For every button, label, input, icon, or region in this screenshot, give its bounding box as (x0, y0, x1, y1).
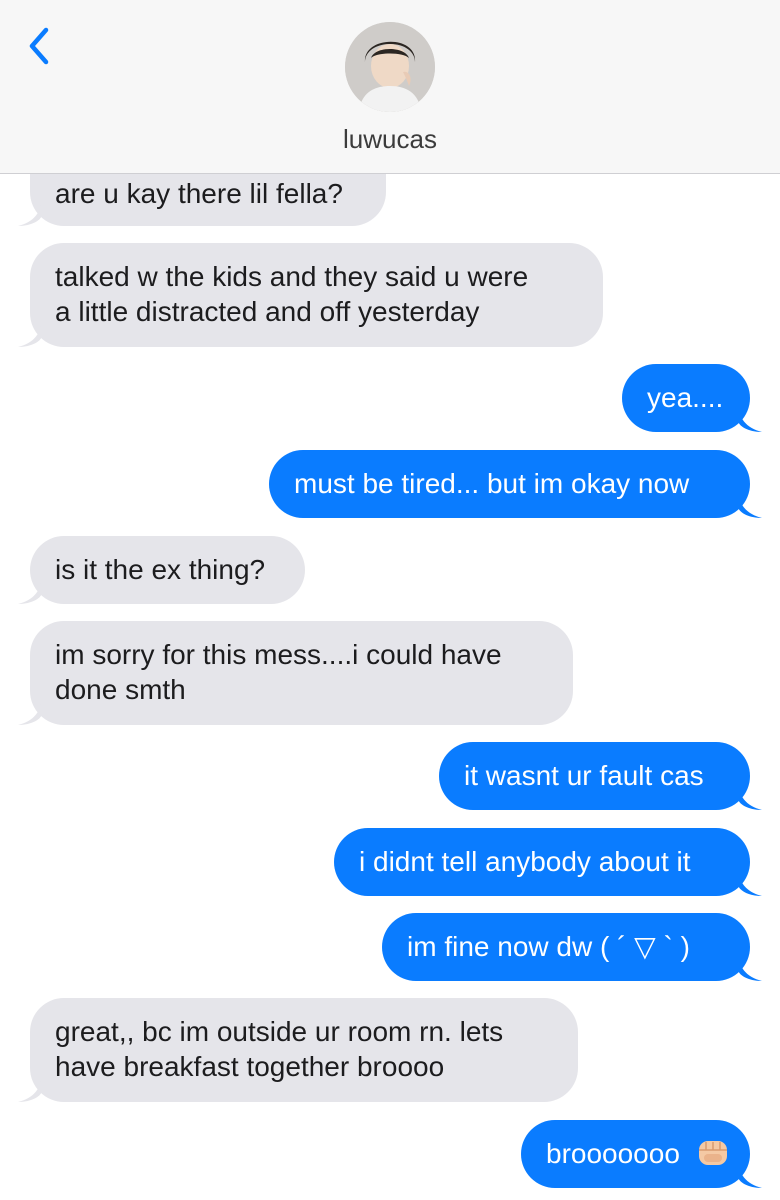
fist-bump-emoji-icon (696, 1136, 730, 1176)
message-text-line: a little distracted and off yesterday (55, 296, 480, 327)
message-text: are u kay there lil fella? (55, 178, 343, 209)
message-incoming: talked w the kids and they said u were a… (18, 243, 603, 347)
message-outgoing: im fine now dw ( ´ ▽ ` ) (382, 913, 762, 981)
message-text-line: done smth (55, 674, 186, 705)
back-button[interactable] (22, 22, 58, 70)
message-incoming: im sorry for this mess....i could have d… (18, 621, 573, 725)
bubble-tail (18, 317, 42, 347)
bubble-tail (18, 574, 42, 604)
message-outgoing: yea.... (622, 364, 762, 432)
bubble-tail (738, 488, 762, 518)
message-text: i didnt tell anybody about it (359, 846, 691, 877)
contact-name[interactable]: luwucas (0, 124, 780, 155)
conversation-header: luwucas (0, 0, 780, 174)
message-text-line: great,, bc im outside ur room rn. lets (55, 1016, 504, 1047)
bubble-tail (738, 1158, 762, 1188)
bubble-tail (738, 866, 762, 896)
message-incoming: great,, bc im outside ur room rn. lets h… (18, 998, 578, 1102)
bubble-tail (18, 1072, 42, 1102)
message-outgoing: i didnt tell anybody about it (334, 828, 762, 896)
bubble-tail (738, 780, 762, 810)
message-outgoing: brooooooo (521, 1120, 762, 1188)
chevron-left-icon (29, 27, 49, 65)
avatar-image (345, 22, 435, 112)
contact-avatar[interactable] (345, 22, 435, 112)
message-outgoing: must be tired... but im okay now (269, 450, 762, 518)
message-incoming: is it the ex thing? (18, 536, 305, 604)
message-text-line: talked w the kids and they said u were (55, 261, 529, 292)
message-outgoing: it wasnt ur fault cas (439, 742, 762, 810)
message-text: is it the ex thing? (55, 554, 266, 585)
bubble-tail (18, 695, 42, 725)
message-text-line: have breakfast together broooo (55, 1051, 445, 1082)
bubble-tail (738, 402, 762, 432)
bubble-tail (18, 196, 42, 226)
bubble-tail (738, 951, 762, 981)
message-text: must be tired... but im okay now (294, 468, 690, 499)
message-text: im fine now dw ( ´ ▽ ` ) (407, 931, 690, 962)
message-text: brooooooo (546, 1138, 680, 1169)
message-text: yea.... (647, 382, 724, 413)
message-text: it wasnt ur fault cas (464, 760, 704, 791)
message-text-line: im sorry for this mess....i could have (55, 639, 502, 670)
